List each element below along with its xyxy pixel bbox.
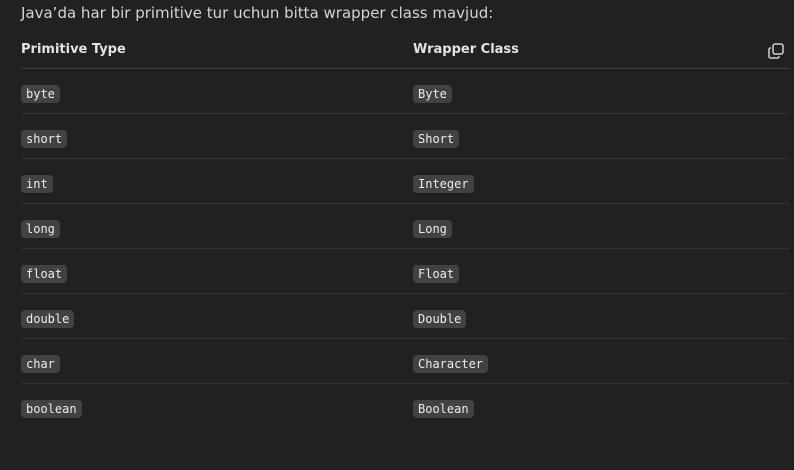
primitive-type-cell: short (21, 130, 68, 148)
table-header: Primitive Type Wrapper Class (21, 36, 789, 69)
wrapper-class-cell: Integer (413, 175, 474, 193)
wrapper-class-cell: Double (413, 310, 467, 328)
wrapper-class-table: Primitive Type Wrapper Class byte Byte s… (21, 36, 789, 428)
table-row: float Float (21, 249, 789, 294)
table-row: boolean Boolean (21, 384, 789, 428)
table-row: long Long (21, 204, 789, 249)
table-row: byte Byte (21, 69, 789, 114)
wrapper-class-cell: Long (413, 220, 452, 238)
wrapper-class-cell: Float (413, 265, 460, 283)
primitive-type-cell: int (21, 175, 53, 193)
wrapper-class-cell: Boolean (413, 400, 474, 418)
primitive-type-cell: boolean (21, 400, 82, 418)
copy-table-button[interactable] (767, 42, 785, 60)
table-row: int Integer (21, 159, 789, 204)
wrapper-class-cell: Character (413, 355, 489, 373)
header-wrapper-class: Wrapper Class (413, 42, 519, 57)
copy-icon (768, 43, 784, 59)
table-row: double Double (21, 294, 789, 339)
table-row: char Character (21, 339, 789, 384)
header-primitive-type: Primitive Type (21, 42, 126, 57)
primitive-type-cell: long (21, 220, 60, 238)
table-row: short Short (21, 114, 789, 159)
wrapper-class-cell: Byte (413, 85, 452, 103)
intro-text: Java’da har bir primitive tur uchun bitt… (21, 4, 494, 22)
primitive-type-cell: double (21, 310, 75, 328)
primitive-type-cell: float (21, 265, 68, 283)
primitive-type-cell: byte (21, 85, 60, 103)
wrapper-class-cell: Short (413, 130, 460, 148)
primitive-type-cell: char (21, 355, 60, 373)
